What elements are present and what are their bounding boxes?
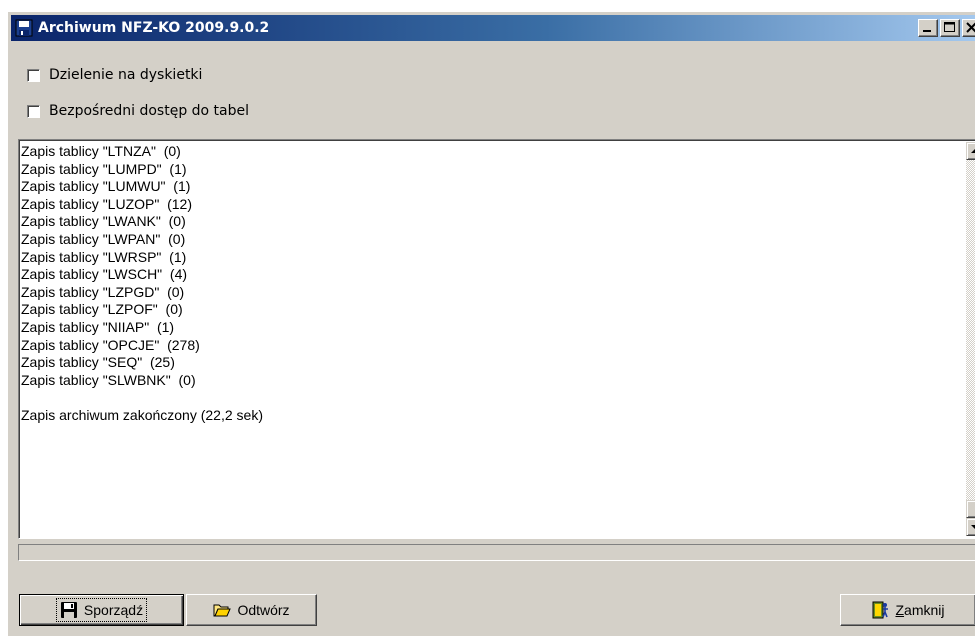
close-app-button[interactable]: Zamknij (840, 594, 975, 626)
scroll-up-button[interactable] (966, 142, 975, 160)
direct-access-label: Bezpośredni dostęp do tabel (49, 103, 250, 119)
log-line: Zapis tablicy "LTNZA" (0) (21, 143, 181, 159)
log-line: Zapis tablicy "LWRSP" (1) (21, 248, 187, 265)
open-folder-icon (213, 604, 232, 617)
close-app-label-rest: amknij (904, 602, 945, 618)
arrow-up-icon (971, 149, 975, 153)
create-archive-label: Sporządź (83, 602, 144, 618)
log-line: Zapis tablicy "LZPOF" (0) (21, 301, 183, 318)
split-disks-checkbox[interactable] (27, 68, 40, 82)
log-line: Zapis tablicy "LWSCH" (4) (21, 266, 188, 283)
window-title: Archiwum NFZ-KO 2009.9.0.2 (38, 20, 270, 36)
close-app-accelerator: Z (895, 602, 905, 618)
focus-ring: Sporządź (55, 598, 148, 622)
close-window-button[interactable] (962, 19, 975, 37)
arrow-down-icon (971, 525, 975, 529)
split-disks-option[interactable]: Dzielenie na dyskietki (27, 66, 202, 84)
log-scrollbar[interactable] (966, 142, 975, 536)
scroll-down-button[interactable] (966, 518, 975, 536)
minimize-button[interactable] (918, 19, 938, 37)
restore-archive-label: Odtwórz (237, 602, 290, 618)
log-line: Zapis tablicy "LUMPD" (1) (21, 160, 187, 177)
log-line: Zapis tablicy "SEQ" (25) (21, 354, 175, 371)
close-icon (966, 22, 975, 33)
floppy-disk-icon (60, 602, 77, 618)
restore-archive-button[interactable]: Odtwórz (186, 594, 317, 626)
log-line: Zapis tablicy "LWANK" (0) (21, 213, 186, 230)
log-line: Zapis tablicy "NIIAP" (1) (21, 318, 175, 335)
scroll-thumb[interactable] (966, 500, 975, 518)
minimize-icon (923, 30, 931, 32)
create-archive-button[interactable]: Sporządź (19, 594, 184, 626)
log-line: Zapis tablicy "OPCJE" (278) (21, 336, 200, 353)
split-disks-label: Dzielenie na dyskietki (49, 67, 203, 83)
close-app-label: Zamknij (895, 602, 944, 618)
log-line: Zapis tablicy "LWPAN" (0) (21, 230, 186, 247)
exit-door-icon (872, 601, 889, 619)
log-memo[interactable]: Zapis tablicy "LTNZA" (0) Zapis tablicy "… (18, 139, 975, 539)
progress-bar (18, 544, 975, 561)
log-line: Zapis tablicy "LUZOP" (12) (21, 195, 192, 212)
log-line: Zapis archiwum zakończony (22,2 sek) (21, 406, 263, 423)
floppy-disk-icon (15, 19, 33, 37)
maximize-icon (944, 22, 955, 32)
log-line: Zapis tablicy "LUMWU" (1) (21, 178, 191, 195)
direct-access-checkbox[interactable] (27, 104, 40, 118)
log-line: Zapis tablicy "SLWBNK" (0) (21, 371, 196, 388)
archive-window: Archiwum NFZ-KO 2009.9.0.2 Dzielenie na … (8, 12, 975, 636)
log-text: Zapis tablicy "LTNZA" (0) Zapis tablicy "… (21, 143, 962, 536)
log-line: Zapis tablicy "LZPGD" (0) (21, 283, 185, 300)
direct-access-option[interactable]: Bezpośredni dostęp do tabel (27, 102, 249, 120)
title-bar[interactable]: Archiwum NFZ-KO 2009.9.0.2 (11, 15, 975, 41)
maximize-button[interactable] (940, 19, 960, 37)
